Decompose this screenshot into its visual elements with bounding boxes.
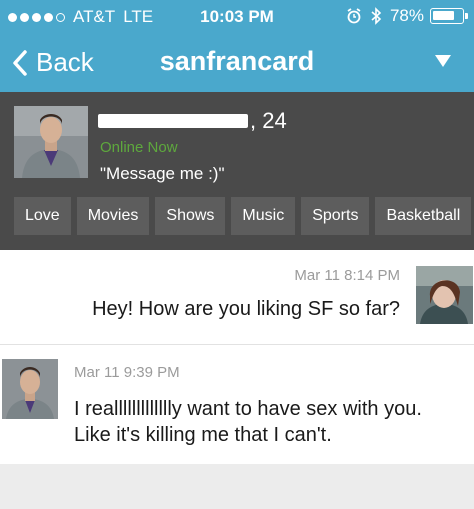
triangle-down-icon	[435, 55, 451, 67]
message-outgoing: Mar 11 8:14 PM Hey! How are you liking S…	[0, 250, 474, 344]
interest-tag[interactable]: Music	[231, 197, 296, 235]
nav-bar: Back sanfrancard	[0, 34, 474, 92]
battery-percent: 78%	[389, 6, 424, 25]
alarm-icon	[347, 8, 361, 24]
interest-tag[interactable]: Basketball	[375, 197, 472, 235]
interest-tag[interactable]: Movies	[76, 197, 150, 235]
message-text: Hey! How are you liking SF so far?	[92, 298, 400, 320]
interest-tag[interactable]: Love	[14, 197, 71, 235]
profile-photo-image	[14, 106, 88, 178]
battery-tip	[465, 13, 468, 19]
profile-name-row: , 24	[98, 108, 287, 134]
avatar[interactable]	[416, 266, 473, 324]
message-incoming: Mar 11 9:39 PM I reallllllllllllly want …	[0, 344, 474, 464]
profile-photo[interactable]	[14, 106, 88, 178]
avatar[interactable]	[2, 359, 58, 419]
status-bar: AT&T LTE 10:03 PM 78%	[0, 0, 474, 34]
profile-age: , 24	[250, 108, 287, 133]
avatar-image	[416, 266, 473, 324]
bluetooth-icon	[371, 7, 382, 25]
message-text: I reallllllllllllly want to have sex wit…	[74, 398, 422, 446]
online-status: Online Now	[100, 139, 178, 156]
interest-tag[interactable]: Shows	[155, 197, 226, 235]
interest-tag[interactable]: Sports	[301, 197, 370, 235]
battery-icon	[430, 8, 468, 24]
battery-fill	[433, 11, 454, 20]
status-right: 78%	[346, 6, 468, 26]
interest-tags: Love Movies Shows Music Sports Basketbal…	[14, 197, 472, 235]
avatar-image	[2, 359, 58, 419]
profile-tagline: "Message me :)"	[100, 164, 225, 183]
message-timestamp: Mar 11 9:39 PM	[74, 364, 180, 381]
message-timestamp: Mar 11 8:14 PM	[294, 267, 400, 284]
name-redaction	[98, 114, 248, 128]
dropdown-button[interactable]	[434, 54, 452, 73]
profile-header: , 24 Online Now "Message me :)" Love Mov…	[0, 92, 474, 250]
nav-title: sanfrancard	[159, 46, 315, 76]
